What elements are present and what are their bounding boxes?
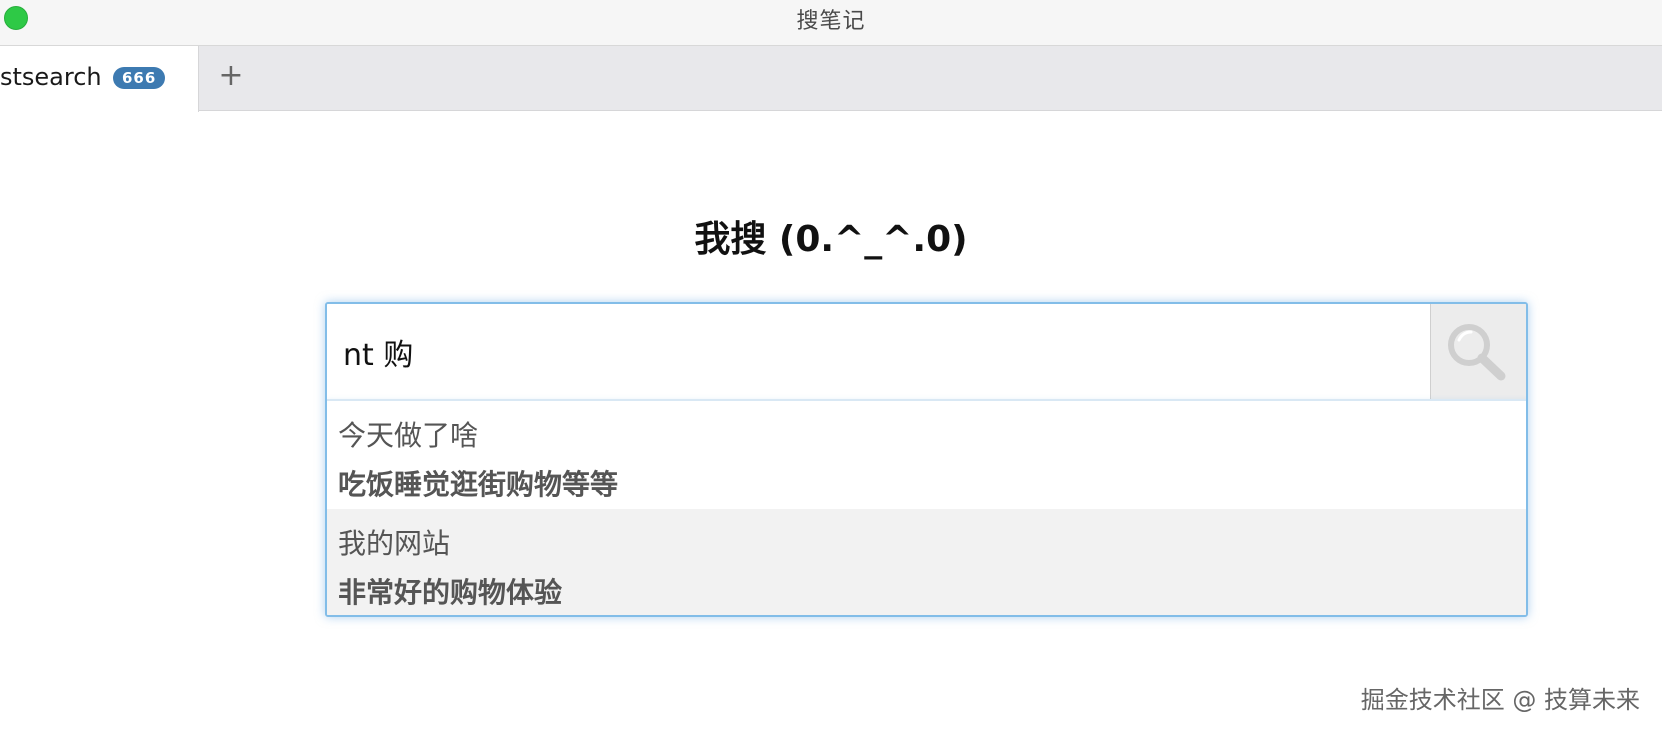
suggestion-item-highlighted[interactable]: 我的网站 非常好的购物体验 [327, 509, 1526, 615]
tab-label: stsearch [0, 63, 102, 91]
watermark: 掘金技术社区 @ 技算未来 [1360, 686, 1640, 714]
new-tab-button[interactable]: + [214, 59, 248, 93]
magnifier-icon [1448, 324, 1506, 381]
title-bar: 搜笔记 [0, 0, 1662, 46]
window-title: 搜笔记 [796, 9, 866, 34]
search-button[interactable] [1430, 304, 1526, 399]
suggestion-item[interactable]: 今天做了啥 吃饭睡觉逛街购物等等 [327, 401, 1526, 509]
suggestion-text: 吃饭睡觉逛街购物等等 [338, 468, 619, 501]
tab-bar: stsearch 666 + [0, 46, 1662, 112]
page-heading: 我搜 (0.^_^.0) [694, 219, 968, 260]
tab-stsearch[interactable]: stsearch 666 [0, 46, 199, 112]
suggestion-title: 今天做了啥 [338, 419, 479, 452]
search-box: 今天做了啥 吃饭睡觉逛街购物等等 我的网站 非常好的购物体验 [325, 302, 1528, 617]
plus-icon: + [218, 58, 244, 93]
suggestion-title: 我的网站 [338, 527, 451, 560]
search-input[interactable] [327, 304, 1430, 399]
tab-count-badge: 666 [113, 67, 166, 89]
suggestion-text: 非常好的购物体验 [338, 576, 563, 609]
